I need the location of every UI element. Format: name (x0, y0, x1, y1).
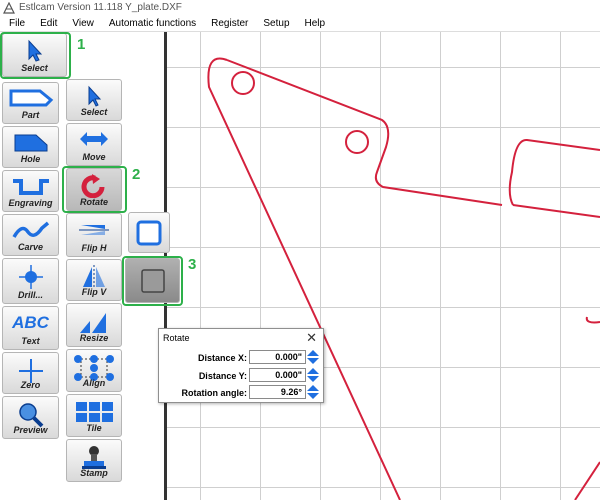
align-label: Align (82, 378, 106, 388)
drawing-canvas[interactable] (167, 32, 600, 500)
flip-h-button[interactable]: Flip H (66, 213, 122, 257)
select-label: Select (80, 107, 108, 117)
rotate-dialog: Rotate ✕ Distance X: 0.000" Distance Y: … (158, 328, 324, 403)
zero-label: Zero (20, 380, 41, 390)
menu-edit[interactable]: Edit (31, 18, 63, 29)
part-label: Part (21, 110, 40, 120)
menu-help[interactable]: Help (296, 18, 332, 29)
title-bar: Estlcam Version 11.118 Y_plate.DXF (0, 0, 600, 15)
close-icon[interactable]: ✕ (306, 330, 317, 346)
app-icon (3, 1, 15, 14)
drill-crosshair-icon (18, 265, 43, 289)
menu-view[interactable]: View (63, 18, 100, 29)
rotation-angle-row: Rotation angle: 9.26° (159, 385, 325, 401)
distance-x-input[interactable]: 0.000" (249, 350, 306, 364)
preview-label: Preview (13, 425, 48, 435)
menu-bar: File Edit View Automatic functions Regis… (0, 15, 600, 32)
hole-label: Hole (20, 154, 41, 164)
preview-button[interactable]: Preview (2, 396, 59, 439)
rotation-angle-spinner-icon[interactable] (307, 385, 319, 399)
distance-y-row: Distance Y: 0.000" (159, 368, 325, 384)
flip-h-label: Flip H (81, 243, 107, 253)
carve-button[interactable]: Carve (2, 214, 59, 256)
flip-v-label: Flip V (81, 287, 107, 297)
text-label: Text (21, 336, 40, 346)
part-outline (207, 57, 600, 500)
menu-automatic-functions[interactable]: Automatic functions (100, 18, 202, 29)
flip-horizontal-icon (79, 225, 109, 235)
move-arrows-icon (80, 132, 108, 146)
menu-setup[interactable]: Setup (254, 18, 295, 29)
distance-x-row: Distance X: 0.000" (159, 350, 325, 366)
text-abc-icon: ABC (12, 313, 49, 332)
engraving-label: Engraving (8, 198, 53, 208)
text-button[interactable]: ABC Text (2, 306, 59, 350)
dialog-title: Rotate (163, 333, 190, 343)
zero-button[interactable]: Zero (2, 352, 59, 394)
move-label: Move (82, 152, 106, 162)
part-button[interactable]: Part (2, 82, 59, 124)
highlight-box-1 (0, 32, 71, 79)
drill-label: Drill... (17, 290, 43, 300)
engraving-button[interactable]: Engraving (2, 170, 59, 212)
resize-icon (80, 313, 106, 333)
resize-label: Resize (79, 333, 109, 343)
engraving-icon (12, 179, 49, 195)
distance-x-label: Distance X: (197, 353, 247, 363)
tile-label: Tile (86, 423, 102, 433)
tile-button[interactable]: Tile (66, 394, 122, 437)
highlight-box-2 (62, 166, 127, 213)
drill-button[interactable]: Drill... (2, 258, 59, 304)
flip-v-button[interactable]: Flip V (66, 259, 122, 301)
select-arrow-icon (88, 85, 102, 107)
carve-icon (11, 221, 49, 238)
resize-button[interactable]: Resize (66, 303, 122, 347)
carve-label: Carve (17, 242, 44, 252)
annotation-2: 2 (132, 166, 141, 183)
hole-button[interactable]: Hole (2, 126, 59, 168)
stamp-label: Stamp (80, 468, 108, 478)
menu-file[interactable]: File (0, 18, 31, 29)
distance-y-input[interactable]: 0.000" (249, 368, 306, 382)
outline-square-icon (136, 220, 162, 246)
distance-x-spinner-icon[interactable] (307, 350, 319, 364)
part-icon (9, 89, 53, 107)
select-button[interactable]: Select (66, 79, 122, 121)
rotation-angle-label: Rotation angle: (181, 388, 248, 398)
menu-register[interactable]: Register (202, 18, 254, 29)
distance-y-spinner-icon[interactable] (307, 368, 319, 382)
flip-vertical-icon (83, 265, 105, 289)
distance-y-label: Distance Y: (198, 371, 247, 381)
window-title: Estlcam Version 11.118 Y_plate.DXF (19, 2, 182, 13)
align-button[interactable]: Align (66, 349, 122, 392)
rotation-angle-input[interactable]: 9.26° (249, 385, 306, 399)
rotate-option-outline-button[interactable] (128, 212, 170, 253)
annotation-3: 3 (188, 256, 197, 273)
move-button[interactable]: Move (66, 123, 122, 166)
hole-icon (14, 134, 47, 152)
stamp-button[interactable]: Stamp (66, 439, 122, 482)
highlight-box-3 (122, 256, 183, 306)
annotation-1: 1 (77, 36, 86, 53)
tile-grid-icon (76, 402, 113, 422)
